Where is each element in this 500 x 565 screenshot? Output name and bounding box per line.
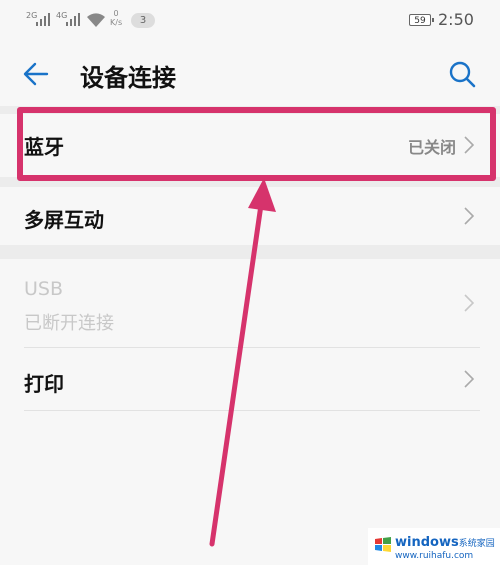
- watermark-url: www.ruihafu.com: [395, 551, 474, 561]
- chevron-right-icon: [464, 370, 474, 388]
- battery-icon: 59: [409, 14, 434, 26]
- network-speed: 0 K/s: [110, 9, 122, 27]
- section-gap: [0, 245, 500, 259]
- status-time: 2:50: [438, 10, 474, 29]
- page-title: 设备连接: [80, 64, 176, 92]
- section-gap: [0, 177, 500, 187]
- signal-bars-icon: [36, 13, 50, 26]
- search-button[interactable]: [446, 58, 478, 90]
- watermark-brand-name: windows: [395, 535, 459, 550]
- list-item-label: 蓝牙: [24, 135, 64, 159]
- search-icon: [449, 61, 476, 88]
- list-item-print[interactable]: 打印: [0, 348, 500, 410]
- app-header: 设备连接: [0, 42, 500, 106]
- watermark: windows系统家园 www.ruihafu.com: [368, 528, 500, 565]
- usb-status: 已断开连接: [24, 313, 114, 334]
- list-item-bluetooth[interactable]: 蓝牙 已关闭: [0, 114, 500, 177]
- divider: [24, 410, 480, 411]
- section-gap: [0, 106, 500, 114]
- back-button[interactable]: [20, 58, 52, 90]
- windows-logo-icon: [375, 537, 391, 552]
- chevron-right-icon: [464, 294, 474, 312]
- bluetooth-status: 已关闭: [407, 138, 456, 157]
- list-item-multiscreen[interactable]: 多屏互动: [0, 187, 500, 245]
- battery-level: 59: [414, 16, 426, 26]
- speed-value: 0: [113, 9, 119, 18]
- list-item-usb: USB 已断开连接: [0, 259, 500, 347]
- status-bar: 2G 4G 0 K/s 3 59 2:50: [0, 0, 500, 42]
- watermark-brand: windows系统家园: [395, 535, 495, 550]
- notification-badge: 3: [131, 13, 155, 28]
- signal-bars-icon: [66, 13, 80, 26]
- wifi-icon: [87, 13, 105, 27]
- list-item-label: 多屏互动: [24, 208, 104, 232]
- watermark-suffix: 系统家园: [458, 539, 495, 549]
- chevron-right-icon: [464, 207, 474, 225]
- chevron-right-icon: [464, 136, 474, 154]
- list-item-label: USB: [24, 278, 64, 300]
- speed-unit: K/s: [110, 18, 123, 27]
- back-arrow-icon: [23, 62, 49, 86]
- list-item-label: 打印: [24, 372, 64, 396]
